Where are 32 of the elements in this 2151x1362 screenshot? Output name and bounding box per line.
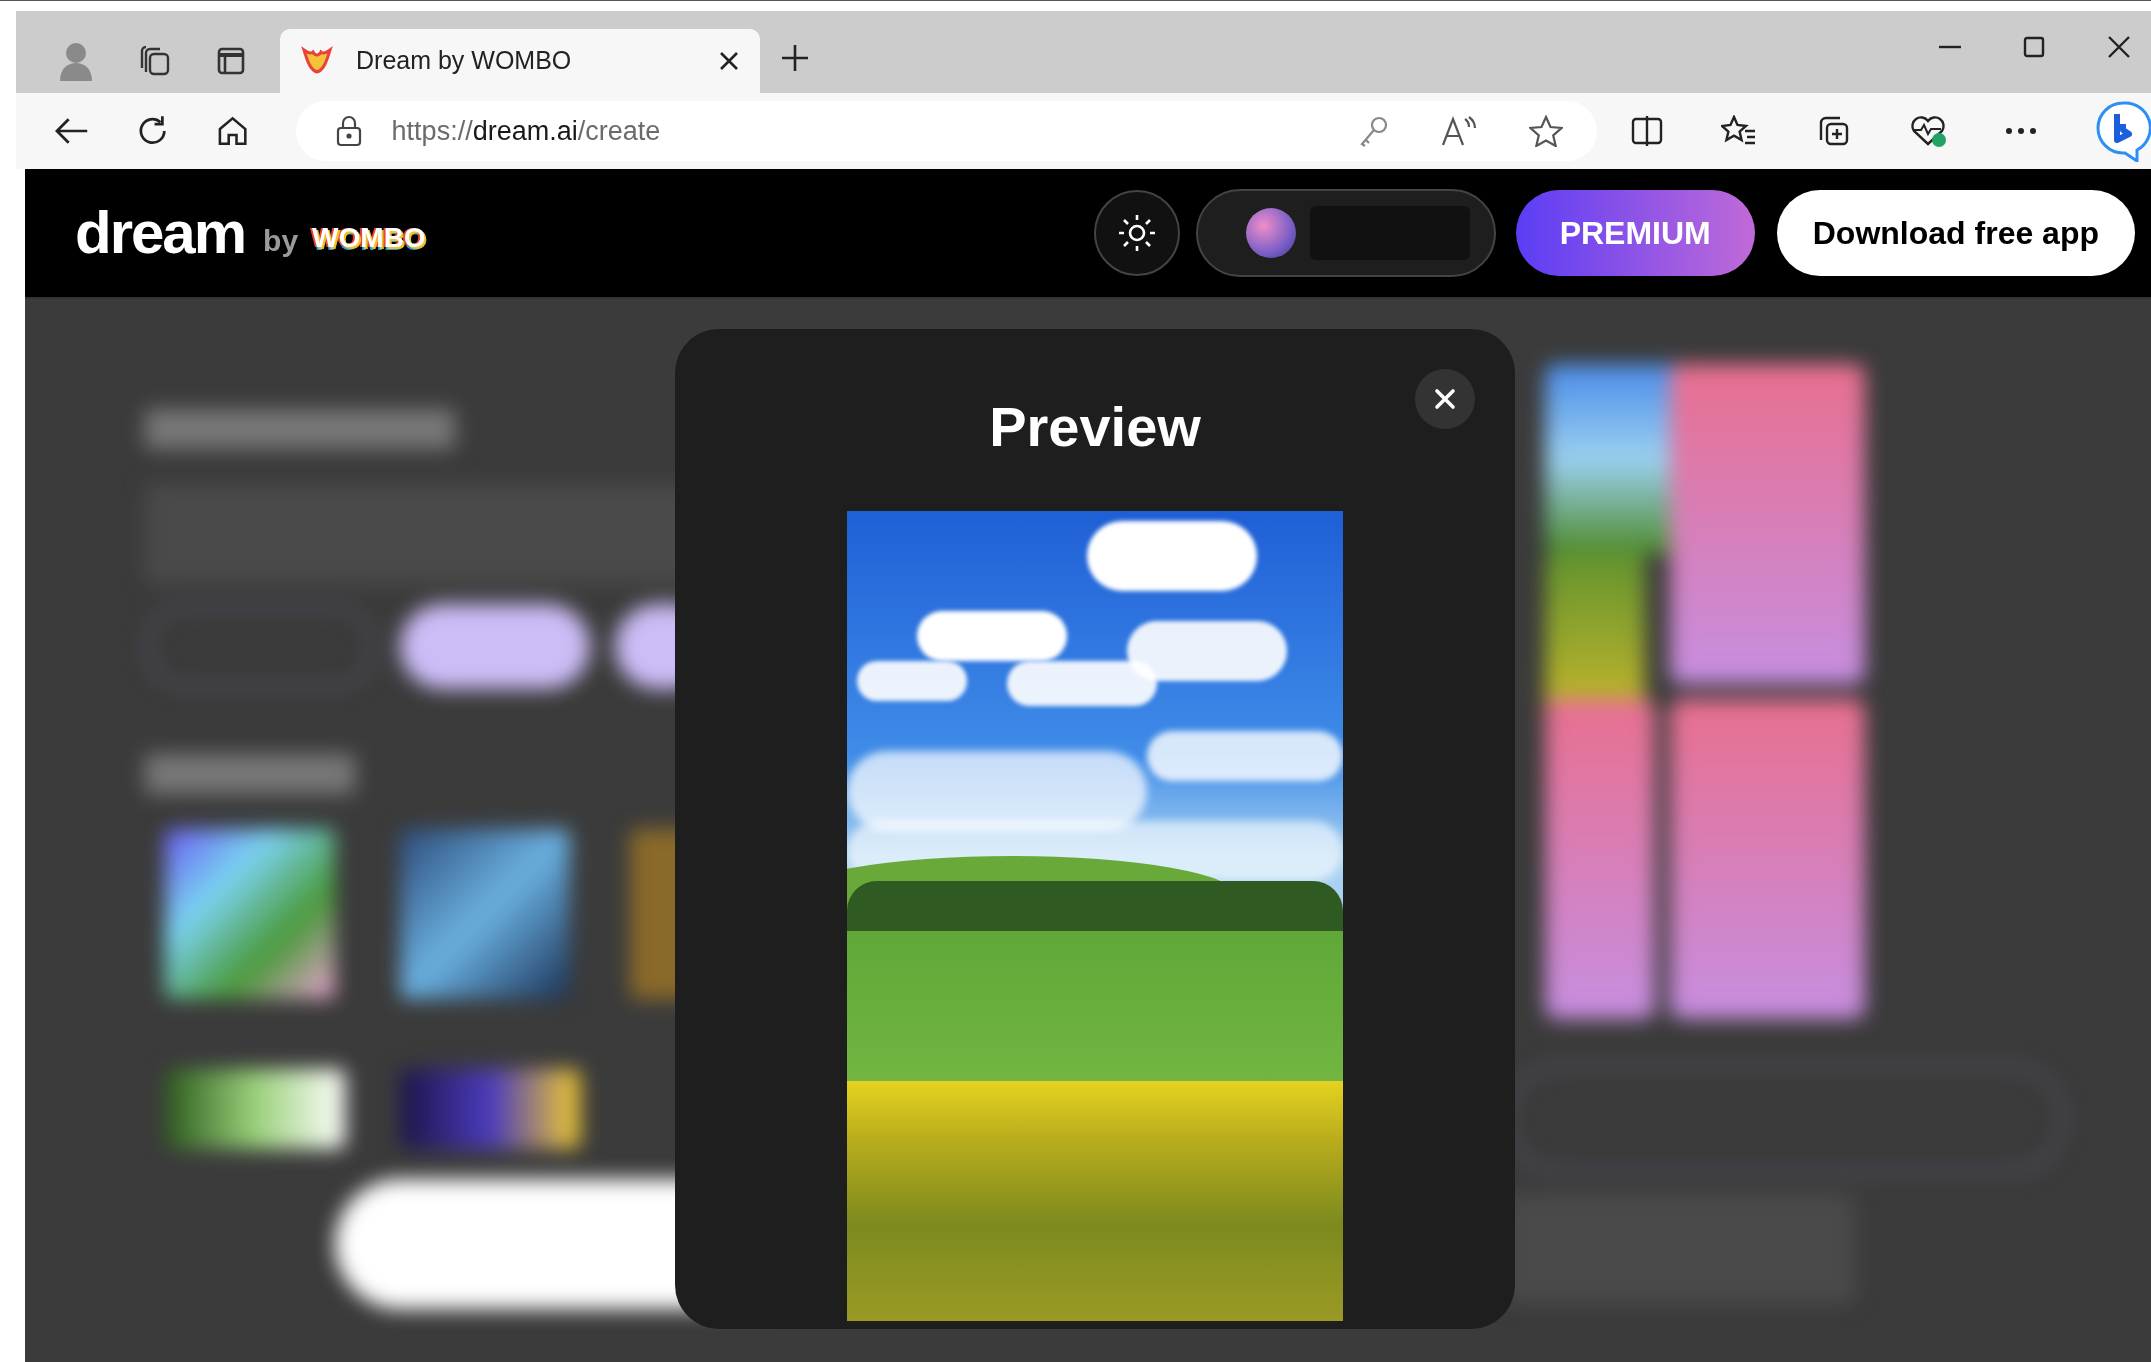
read-aloud-icon[interactable] bbox=[1441, 115, 1477, 147]
tab-title: Dream by WOMBO bbox=[356, 45, 573, 77]
chat-bubble-icon[interactable] bbox=[2095, 100, 2151, 162]
avatar-icon bbox=[1245, 208, 1296, 258]
tab-actions-icon[interactable] bbox=[216, 46, 246, 76]
close-icon bbox=[1434, 388, 1456, 410]
sun-icon bbox=[1116, 213, 1157, 253]
by-label: by bbox=[263, 222, 299, 259]
download-app-button[interactable]: Download free app bbox=[1776, 190, 2135, 276]
url-text: https://dream.ai/create bbox=[391, 114, 662, 148]
browser-tab[interactable]: Dream by WOMBO bbox=[280, 29, 760, 93]
address-bar[interactable]: https://dream.ai/create bbox=[295, 101, 1597, 161]
heartbeat-icon[interactable] bbox=[1909, 114, 1947, 148]
key-icon[interactable] bbox=[1359, 115, 1389, 147]
dream-logo[interactable]: dream bbox=[75, 203, 246, 263]
more-icon[interactable] bbox=[2005, 127, 2037, 135]
home-icon[interactable] bbox=[216, 114, 250, 148]
close-tab-icon[interactable] bbox=[718, 50, 740, 72]
split-screen-icon[interactable] bbox=[1631, 116, 1663, 146]
minimize-icon[interactable] bbox=[1939, 45, 1961, 49]
wombo-favicon-icon bbox=[300, 46, 334, 76]
favorite-star-icon[interactable] bbox=[1529, 115, 1563, 147]
favorites-list-icon[interactable] bbox=[1721, 115, 1757, 147]
close-window-icon[interactable] bbox=[2107, 35, 2131, 59]
back-icon[interactable] bbox=[54, 116, 90, 146]
premium-button[interactable]: PREMIUM bbox=[1515, 190, 1755, 276]
dialog-title: Preview bbox=[989, 399, 1201, 455]
collections-icon[interactable] bbox=[138, 44, 172, 78]
new-tab-icon[interactable] bbox=[780, 43, 810, 73]
maximize-icon[interactable] bbox=[2023, 36, 2045, 58]
lock-icon bbox=[335, 115, 362, 147]
wombo-logo: WOMBO bbox=[312, 221, 426, 255]
